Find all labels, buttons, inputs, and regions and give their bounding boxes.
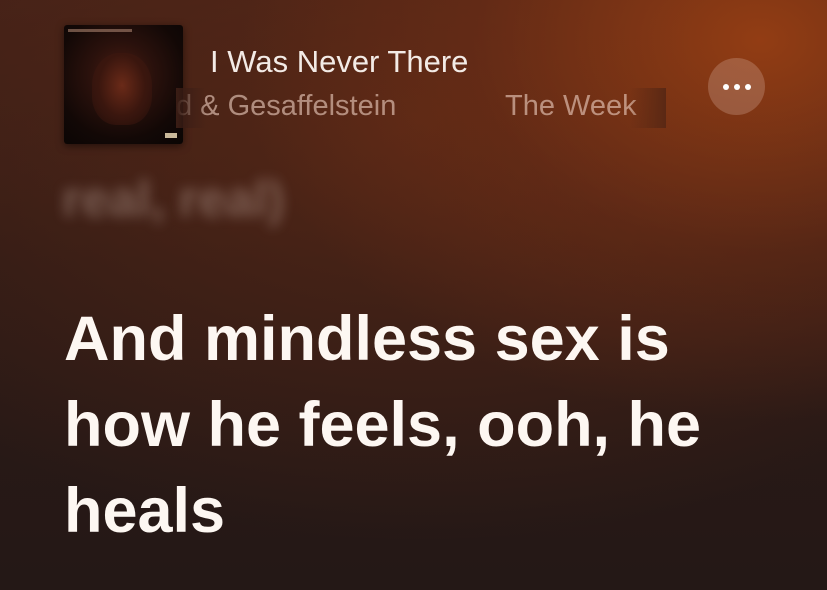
lyric-line: heals xyxy=(64,476,226,546)
parental-advisory-badge xyxy=(165,133,177,138)
album-title-strip xyxy=(68,29,132,32)
more-options-icon-dot xyxy=(733,83,740,90)
more-options-button[interactable] xyxy=(708,58,765,115)
album-face-image xyxy=(92,53,152,125)
artist-name-repeat: The Week xyxy=(505,90,637,122)
artist-marquee: d & Gesaffelstein The Week xyxy=(176,88,664,128)
lyric-line-current[interactable]: And mindless sex is how he feels, ooh, h… xyxy=(64,296,784,554)
lyric-line: how he feels, ooh, he xyxy=(64,390,702,460)
lyric-line-previous[interactable]: real, real) xyxy=(62,170,284,228)
song-title: I Was Never There xyxy=(210,44,469,79)
album-artwork[interactable] xyxy=(64,25,183,144)
artist-name: d & Gesaffelstein xyxy=(176,90,397,122)
more-options-icon-dot xyxy=(744,83,751,90)
lyric-line: And mindless sex is xyxy=(64,304,670,374)
more-options-icon xyxy=(722,83,729,90)
